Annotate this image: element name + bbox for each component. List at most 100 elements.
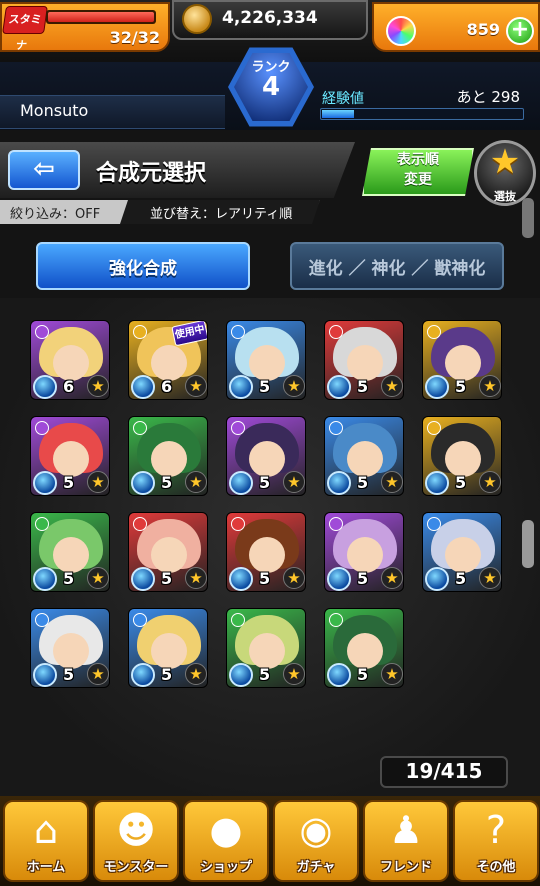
star-icon: ★ bbox=[381, 375, 403, 397]
monster-face bbox=[249, 345, 285, 381]
ball-type-icon bbox=[131, 567, 155, 591]
filter-status[interactable]: 絞り込み：OFF bbox=[10, 203, 100, 222]
monster-level: 6 bbox=[63, 377, 75, 396]
star-icon: ★ bbox=[185, 567, 207, 589]
nav-label[interactable]: ホーム bbox=[3, 856, 89, 875]
star-icon: ★ bbox=[479, 375, 501, 397]
nav-label[interactable]: ガチャ bbox=[273, 856, 359, 875]
ball-type-icon bbox=[425, 567, 449, 591]
monster-card[interactable]: 5 ★ bbox=[30, 512, 110, 592]
star-icon: ★ bbox=[283, 375, 305, 397]
stamina-value: 32/32 bbox=[109, 28, 160, 47]
monster-card[interactable]: 5 ★ bbox=[226, 416, 306, 496]
star-icon: ★ bbox=[283, 663, 305, 685]
monster-face bbox=[53, 537, 89, 573]
ball-type-icon bbox=[425, 375, 449, 399]
element-icon bbox=[329, 613, 343, 627]
monster-card[interactable]: 5 ★ bbox=[422, 320, 502, 400]
ball-type-icon bbox=[229, 663, 253, 687]
monster-card[interactable]: 5 ★ bbox=[30, 416, 110, 496]
nav-label[interactable]: モンスター bbox=[93, 856, 179, 875]
ball-type-icon bbox=[33, 375, 57, 399]
monster-face bbox=[151, 633, 187, 669]
monster-icon[interactable]: ☻ bbox=[93, 806, 179, 854]
monster-card[interactable]: 5 ★ bbox=[422, 512, 502, 592]
monster-card[interactable]: 5 ★ bbox=[324, 416, 404, 496]
tab-enhance-label[interactable]: 強化合成 bbox=[36, 254, 250, 279]
tab-evolve-label[interactable]: 進化 ／ 神化 ／ 獣神化 bbox=[290, 254, 504, 279]
monster-card[interactable]: 5 ★ bbox=[128, 416, 208, 496]
ball-type-icon bbox=[131, 663, 155, 687]
element-icon bbox=[35, 517, 49, 531]
monster-face bbox=[347, 633, 383, 669]
element-icon bbox=[133, 613, 147, 627]
star-icon: ★ bbox=[185, 471, 207, 493]
monster-card[interactable]: 5 ★ bbox=[324, 512, 404, 592]
orb-icon[interactable]: ● bbox=[183, 806, 269, 854]
add-orb-button[interactable]: + bbox=[506, 17, 534, 45]
monster-card[interactable]: 5 ★ bbox=[226, 512, 306, 592]
element-icon bbox=[329, 517, 343, 531]
ball-type-icon bbox=[425, 471, 449, 495]
star-icon: ★ bbox=[283, 567, 305, 589]
element-icon bbox=[427, 325, 441, 339]
monster-level: 5 bbox=[259, 665, 271, 684]
ball-type-icon bbox=[229, 375, 253, 399]
monster-card[interactable]: 5 ★ bbox=[128, 512, 208, 592]
tab-scrollbar[interactable] bbox=[522, 198, 534, 238]
monster-card[interactable]: 5 ★ bbox=[226, 608, 306, 688]
ball-type-icon bbox=[327, 375, 351, 399]
star-icon: ★ bbox=[185, 375, 207, 397]
monster-face bbox=[53, 345, 89, 381]
star-icon: ★ bbox=[479, 471, 501, 493]
monster-level: 5 bbox=[455, 569, 467, 588]
monster-level: 5 bbox=[357, 665, 369, 684]
element-icon bbox=[231, 325, 245, 339]
monster-level: 5 bbox=[63, 473, 75, 492]
element-icon bbox=[329, 325, 343, 339]
monster-card[interactable]: 5 ★ bbox=[422, 416, 502, 496]
monster-face bbox=[151, 441, 187, 477]
nav-label[interactable]: フレンド bbox=[363, 856, 449, 875]
element-icon bbox=[231, 421, 245, 435]
star-icon: ★ bbox=[381, 471, 403, 493]
star-icon[interactable]: ★ bbox=[474, 142, 536, 182]
monster-card[interactable]: 5 ★ bbox=[30, 608, 110, 688]
monster-level: 5 bbox=[259, 377, 271, 396]
monster-card[interactable]: 5 ★ bbox=[324, 608, 404, 688]
monster-face bbox=[445, 537, 481, 573]
friends-icon[interactable]: ♟ bbox=[363, 806, 449, 854]
monster-card[interactable]: 5 ★ bbox=[324, 320, 404, 400]
monster-level: 5 bbox=[161, 569, 173, 588]
monster-face bbox=[53, 633, 89, 669]
monster-level: 5 bbox=[63, 569, 75, 588]
nav-label[interactable]: ショップ bbox=[183, 856, 269, 875]
monster-level: 5 bbox=[161, 473, 173, 492]
coin-icon bbox=[182, 4, 212, 34]
change-order-label[interactable]: 表示順 変更 bbox=[372, 150, 464, 190]
back-arrow-icon[interactable]: ⇦ bbox=[22, 150, 66, 190]
monster-card[interactable]: 6 ★ 使用中 bbox=[128, 320, 208, 400]
element-icon bbox=[133, 421, 147, 435]
monster-face bbox=[445, 345, 481, 381]
home-icon[interactable]: ⌂ bbox=[3, 806, 89, 854]
monster-card[interactable]: 5 ★ bbox=[226, 320, 306, 400]
element-icon bbox=[427, 421, 441, 435]
star-icon: ★ bbox=[87, 663, 109, 685]
monster-level: 5 bbox=[455, 473, 467, 492]
element-icon bbox=[133, 517, 147, 531]
monster-card[interactable]: 6 ★ bbox=[30, 320, 110, 400]
star-icon: ★ bbox=[185, 663, 207, 685]
element-icon bbox=[35, 325, 49, 339]
element-icon bbox=[329, 421, 343, 435]
exp-label: 経験値 bbox=[322, 91, 364, 107]
monster-card[interactable]: 5 ★ bbox=[128, 608, 208, 688]
ball-type-icon bbox=[33, 567, 57, 591]
nav-label[interactable]: その他 bbox=[453, 856, 539, 875]
orb-icon bbox=[386, 16, 416, 46]
grid-scrollbar[interactable] bbox=[522, 520, 534, 568]
other-icon[interactable]: ? bbox=[453, 806, 539, 854]
monster-face bbox=[249, 441, 285, 477]
egg-icon[interactable]: ◉ bbox=[273, 806, 359, 854]
sort-status[interactable]: 並び替え：レアリティ順 bbox=[150, 203, 292, 222]
